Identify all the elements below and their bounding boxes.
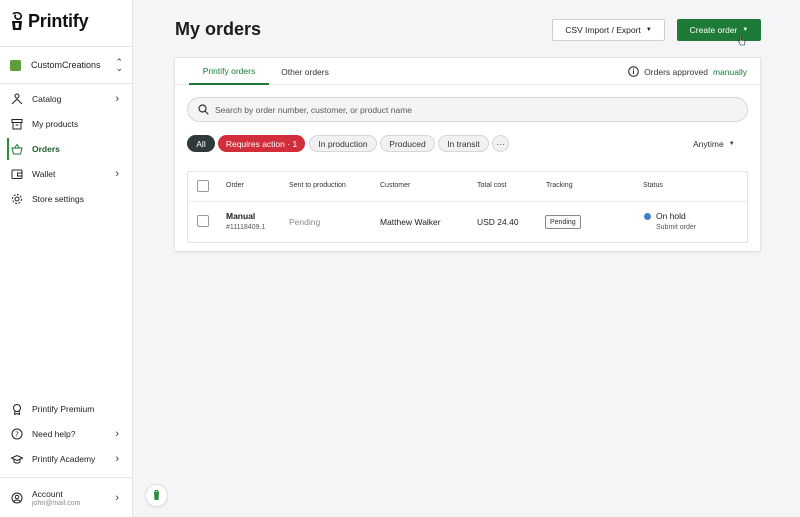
- orders-tabs: Printify orders Other orders Orders appr…: [175, 58, 760, 85]
- chevron-right-icon: ›: [115, 93, 119, 105]
- approval-mode-link[interactable]: manually: [713, 67, 747, 77]
- column-header-sent-to-production: Sent to production: [289, 182, 346, 189]
- sidebar-item-label: My products: [32, 119, 79, 129]
- submit-order-link[interactable]: Submit order: [656, 224, 696, 231]
- page-title: My orders: [175, 19, 262, 39]
- sidebar-item-my-products[interactable]: My products: [0, 113, 133, 135]
- sidebar: Printify CustomCreations ⌃ ⌄ Catalog › My…: [0, 0, 133, 517]
- svg-text:?: ?: [15, 431, 19, 439]
- status-text: On hold: [656, 211, 686, 221]
- graduation-cap-icon: [11, 453, 23, 465]
- sidebar-item-printify-academy[interactable]: Printify Academy ›: [0, 448, 133, 470]
- chat-launcher-button[interactable]: [145, 484, 168, 507]
- tab-other-orders[interactable]: Other orders: [271, 58, 339, 85]
- create-order-label: Create order: [689, 25, 738, 35]
- search-input[interactable]: [215, 104, 747, 115]
- caret-down-icon: ▼: [742, 27, 749, 33]
- info-icon[interactable]: [628, 66, 639, 77]
- wallet-icon: [11, 168, 23, 180]
- basket-icon: [11, 143, 23, 155]
- sidebar-item-catalog[interactable]: Catalog ›: [0, 88, 133, 110]
- column-header-total-cost: Total cost: [477, 182, 507, 189]
- caret-down-icon: ▼: [728, 141, 735, 147]
- filter-chip-all[interactable]: All: [187, 135, 215, 152]
- row-checkbox[interactable]: [197, 215, 209, 227]
- printify-chat-icon: [154, 489, 159, 500]
- sidebar-item-need-help[interactable]: ? Need help? ›: [0, 423, 133, 445]
- tracking-badge: Pending: [545, 215, 581, 229]
- filter-chip-in-transit[interactable]: In transit: [438, 135, 489, 152]
- create-order-button[interactable]: Create order ▼: [677, 19, 761, 41]
- gear-icon: [11, 193, 23, 205]
- user-avatar-icon: [11, 492, 23, 504]
- sidebar-item-label: Printify Academy: [32, 454, 96, 464]
- search-bar[interactable]: [187, 97, 748, 122]
- filter-chip-in-production[interactable]: In production: [309, 135, 377, 152]
- sidebar-item-label: Wallet: [32, 169, 56, 179]
- sidebar-item-wallet[interactable]: Wallet ›: [0, 163, 133, 185]
- total-cost: USD 24.40: [477, 217, 519, 227]
- account-label: Account: [32, 489, 63, 499]
- column-header-tracking: Tracking: [546, 182, 573, 189]
- caret-down-icon: ▼: [645, 27, 652, 33]
- divider: [0, 83, 133, 84]
- chevron-right-icon: ›: [115, 168, 119, 180]
- chevron-right-icon: ›: [115, 428, 119, 440]
- customer-name: Matthew Walker: [380, 217, 441, 227]
- sidebar-item-label: Orders: [32, 144, 60, 154]
- chevron-right-icon: ›: [115, 453, 119, 465]
- csv-import-export-button[interactable]: CSV Import / Export ▼: [552, 19, 665, 41]
- sidebar-item-label: Catalog: [32, 94, 62, 104]
- tab-printify-orders[interactable]: Printify orders: [189, 58, 269, 85]
- date-range-label: Anytime: [693, 139, 724, 149]
- archive-icon: [11, 118, 23, 130]
- brand-name: Printify: [28, 11, 89, 31]
- filter-chip-requires-action[interactable]: Requires action · 1: [218, 135, 305, 152]
- orders-approved-setting: Orders approved manually: [628, 66, 747, 77]
- help-icon: ?: [11, 428, 23, 440]
- shopify-icon: [10, 59, 21, 71]
- sidebar-item-printify-premium[interactable]: Printify Premium: [0, 398, 133, 420]
- csv-button-label: CSV Import / Export: [565, 25, 641, 35]
- column-header-order: Order: [226, 182, 244, 189]
- hand-cursor-icon: [738, 35, 746, 46]
- sidebar-item-label: Need help?: [32, 429, 76, 439]
- column-header-status: Status: [643, 182, 663, 189]
- premium-icon: [11, 403, 23, 415]
- chevron-up-down-icon: ⌃ ⌄: [115, 57, 123, 73]
- column-header-customer: Customer: [380, 182, 411, 189]
- printify-logo-icon: [12, 11, 22, 30]
- orders-panel: Printify orders Other orders Orders appr…: [174, 57, 761, 252]
- table-header: Order Sent to production Customer Total …: [188, 172, 747, 202]
- orders-table: Order Sent to production Customer Total …: [187, 171, 748, 243]
- sent-to-production-value: Pending: [289, 217, 321, 227]
- divider: [0, 477, 133, 478]
- filter-chip-produced[interactable]: Produced: [380, 135, 435, 152]
- sidebar-item-label: Printify Premium: [32, 404, 95, 414]
- order-type: Manual: [226, 211, 256, 221]
- status-indicator: [644, 213, 651, 220]
- select-all-checkbox[interactable]: [197, 180, 209, 192]
- sidebar-item-store-settings[interactable]: Store settings: [0, 188, 133, 210]
- printify-logo[interactable]: Printify: [10, 11, 89, 32]
- store-switcher[interactable]: CustomCreations ⌃ ⌄: [0, 53, 133, 77]
- orders-approved-text: Orders approved: [644, 66, 708, 77]
- divider: [0, 46, 133, 47]
- store-name: CustomCreations: [31, 60, 101, 70]
- search-icon: [198, 104, 209, 115]
- catalog-icon: [11, 93, 23, 105]
- account-email: john@mail.com: [32, 500, 81, 507]
- sidebar-item-label: Store settings: [32, 194, 84, 204]
- chevron-right-icon: ›: [115, 492, 119, 504]
- date-range-dropdown[interactable]: Anytime ▼: [693, 139, 735, 149]
- more-filters-button[interactable]: ···: [492, 135, 509, 152]
- order-number: #11118409.1: [226, 224, 266, 231]
- sidebar-item-orders[interactable]: Orders: [0, 138, 133, 160]
- account-menu[interactable]: Account john@mail.com ›: [0, 484, 133, 512]
